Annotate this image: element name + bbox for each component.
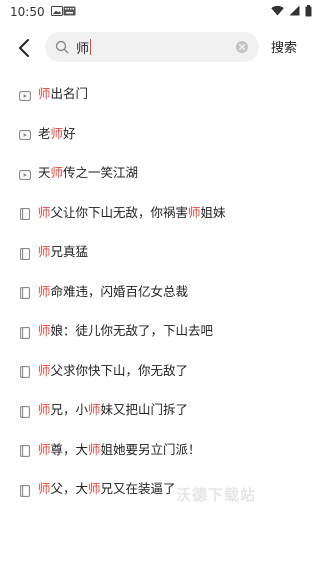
highlighted-match: 师 bbox=[188, 204, 201, 220]
suggestion-text-part: 父求你快下山，你无敌了 bbox=[50, 362, 189, 378]
suggestion-text-part: 尊，大 bbox=[50, 441, 89, 457]
suggestion-text: 师父求你快下山，你无敌了 bbox=[38, 360, 188, 379]
suggestion-text: 师尊，大师姐她要另立门派！ bbox=[38, 439, 201, 458]
suggestion-text: 师娘：徒儿你无敌了，下山去吧 bbox=[38, 320, 213, 339]
battery-icon bbox=[305, 4, 312, 20]
video-play-icon bbox=[19, 87, 31, 101]
suggestion-list: 师出名门 老师好 天师传之一笑江湖 师父让你下山无敌，你祸害师姐妹 师兄真猛 师命难违，闪… bbox=[0, 73, 320, 508]
highlighted-match: 师 bbox=[88, 441, 101, 457]
highlighted-match: 师 bbox=[50, 165, 64, 181]
suggestion-text-part: 出名门 bbox=[50, 86, 89, 102]
suggestion-text-part: 兄，小 bbox=[50, 402, 89, 418]
search-box[interactable]: 师 bbox=[45, 32, 259, 62]
suggestion-item[interactable]: 老师好 bbox=[0, 113, 320, 153]
search-button[interactable]: 搜索 bbox=[271, 37, 297, 56]
highlighted-match: 师 bbox=[38, 362, 51, 378]
suggestion-text-part: 妹又把山门拆了 bbox=[100, 402, 189, 418]
suggestion-text: 师出名门 bbox=[38, 83, 88, 102]
highlighted-match: 师 bbox=[38, 244, 51, 260]
highlighted-match: 师 bbox=[38, 204, 51, 220]
suggestion-text: 师兄，小师妹又把山门拆了 bbox=[38, 399, 188, 418]
video-play-icon bbox=[19, 166, 31, 180]
highlighted-match: 师 bbox=[38, 441, 51, 457]
suggestion-text: 天师传之一笑江湖 bbox=[38, 162, 138, 181]
suggestion-text-part: 老 bbox=[38, 125, 51, 141]
highlighted-match: 师 bbox=[50, 125, 64, 141]
suggestion-text-part: 父让你下山无敌，你祸害 bbox=[50, 204, 189, 220]
highlighted-match: 师 bbox=[88, 402, 101, 418]
watermark: 沃德下载站 bbox=[176, 486, 257, 504]
suggestion-item[interactable]: 师娘：徒儿你无敌了，下山去吧 bbox=[0, 310, 320, 350]
book-icon bbox=[19, 245, 31, 260]
suggestion-text: 老师好 bbox=[38, 123, 76, 142]
suggestion-text-part: 好 bbox=[63, 125, 76, 141]
suggestion-item[interactable]: 师父让你下山无敌，你祸害师姐妹 bbox=[0, 192, 320, 232]
suggestion-text-part: 天 bbox=[38, 165, 51, 181]
book-icon bbox=[19, 482, 31, 497]
wifi-icon bbox=[271, 5, 284, 19]
suggestion-item[interactable]: 师兄真猛 bbox=[0, 231, 320, 271]
search-query: 师 bbox=[76, 41, 90, 57]
suggestion-text: 师父让你下山无敌，你祸害师姐妹 bbox=[38, 202, 226, 221]
suggestion-text-part: 姐她要另立门派！ bbox=[100, 441, 201, 457]
book-icon bbox=[19, 363, 31, 379]
status-bar: 10:50 bbox=[0, 0, 320, 24]
highlighted-match: 师 bbox=[38, 323, 51, 339]
book-icon bbox=[19, 205, 31, 221]
highlighted-match: 师 bbox=[38, 283, 51, 299]
suggestion-item[interactable]: 师尊，大师姐她要另立门派！ bbox=[0, 429, 320, 469]
highlighted-match: 师 bbox=[38, 481, 51, 497]
suggestion-item[interactable]: 天师传之一笑江湖 bbox=[0, 152, 320, 192]
book-icon bbox=[19, 284, 31, 300]
book-icon bbox=[19, 442, 31, 458]
suggestion-item[interactable]: 师出名门 bbox=[0, 73, 320, 113]
suggestion-text: 师兄真猛 bbox=[38, 241, 88, 260]
suggestion-text-part: 姐妹 bbox=[200, 204, 226, 220]
text-caret bbox=[90, 39, 92, 55]
suggestion-item[interactable]: 师命难违，闪婚百亿女总裁 bbox=[0, 271, 320, 311]
keyboard-notification-icon bbox=[63, 5, 76, 19]
status-time: 10:50 bbox=[10, 5, 45, 19]
search-header: 师 搜索 bbox=[0, 28, 320, 68]
suggestion-item[interactable]: 师父求你快下山，你无敌了 bbox=[0, 350, 320, 390]
book-icon bbox=[19, 324, 31, 339]
suggestion-text-part: 命难违，闪婚百亿女总裁 bbox=[50, 283, 189, 299]
highlighted-match: 师 bbox=[38, 86, 51, 102]
suggestion-text-part: 娘：徒儿你无敌了，下山去吧 bbox=[50, 323, 214, 339]
highlighted-match: 师 bbox=[88, 481, 101, 497]
suggestion-text-part: 父，大 bbox=[50, 481, 89, 497]
search-input[interactable]: 师 bbox=[76, 36, 226, 58]
suggestion-text-part: 传之一笑江湖 bbox=[63, 165, 139, 181]
suggestion-text: 师父，大师兄又在装逼了 bbox=[38, 478, 176, 497]
suggestion-item[interactable]: 师父，大师兄又在装逼了 bbox=[0, 468, 320, 508]
search-icon bbox=[55, 40, 69, 54]
image-notification-icon bbox=[50, 5, 63, 19]
chevron-left-icon bbox=[19, 39, 29, 57]
suggestion-item[interactable]: 师兄，小师妹又把山门拆了 bbox=[0, 389, 320, 429]
status-icons bbox=[271, 4, 312, 20]
book-icon bbox=[19, 403, 31, 418]
clear-icon[interactable] bbox=[235, 40, 249, 54]
video-play-icon bbox=[19, 126, 31, 141]
back-button[interactable] bbox=[12, 34, 36, 62]
suggestion-text: 师命难违，闪婚百亿女总裁 bbox=[38, 281, 188, 300]
highlighted-match: 师 bbox=[38, 402, 51, 418]
suggestion-text-part: 兄又在装逼了 bbox=[100, 481, 176, 497]
suggestion-text-part: 兄真猛 bbox=[50, 244, 89, 260]
signal-icon bbox=[289, 5, 300, 19]
